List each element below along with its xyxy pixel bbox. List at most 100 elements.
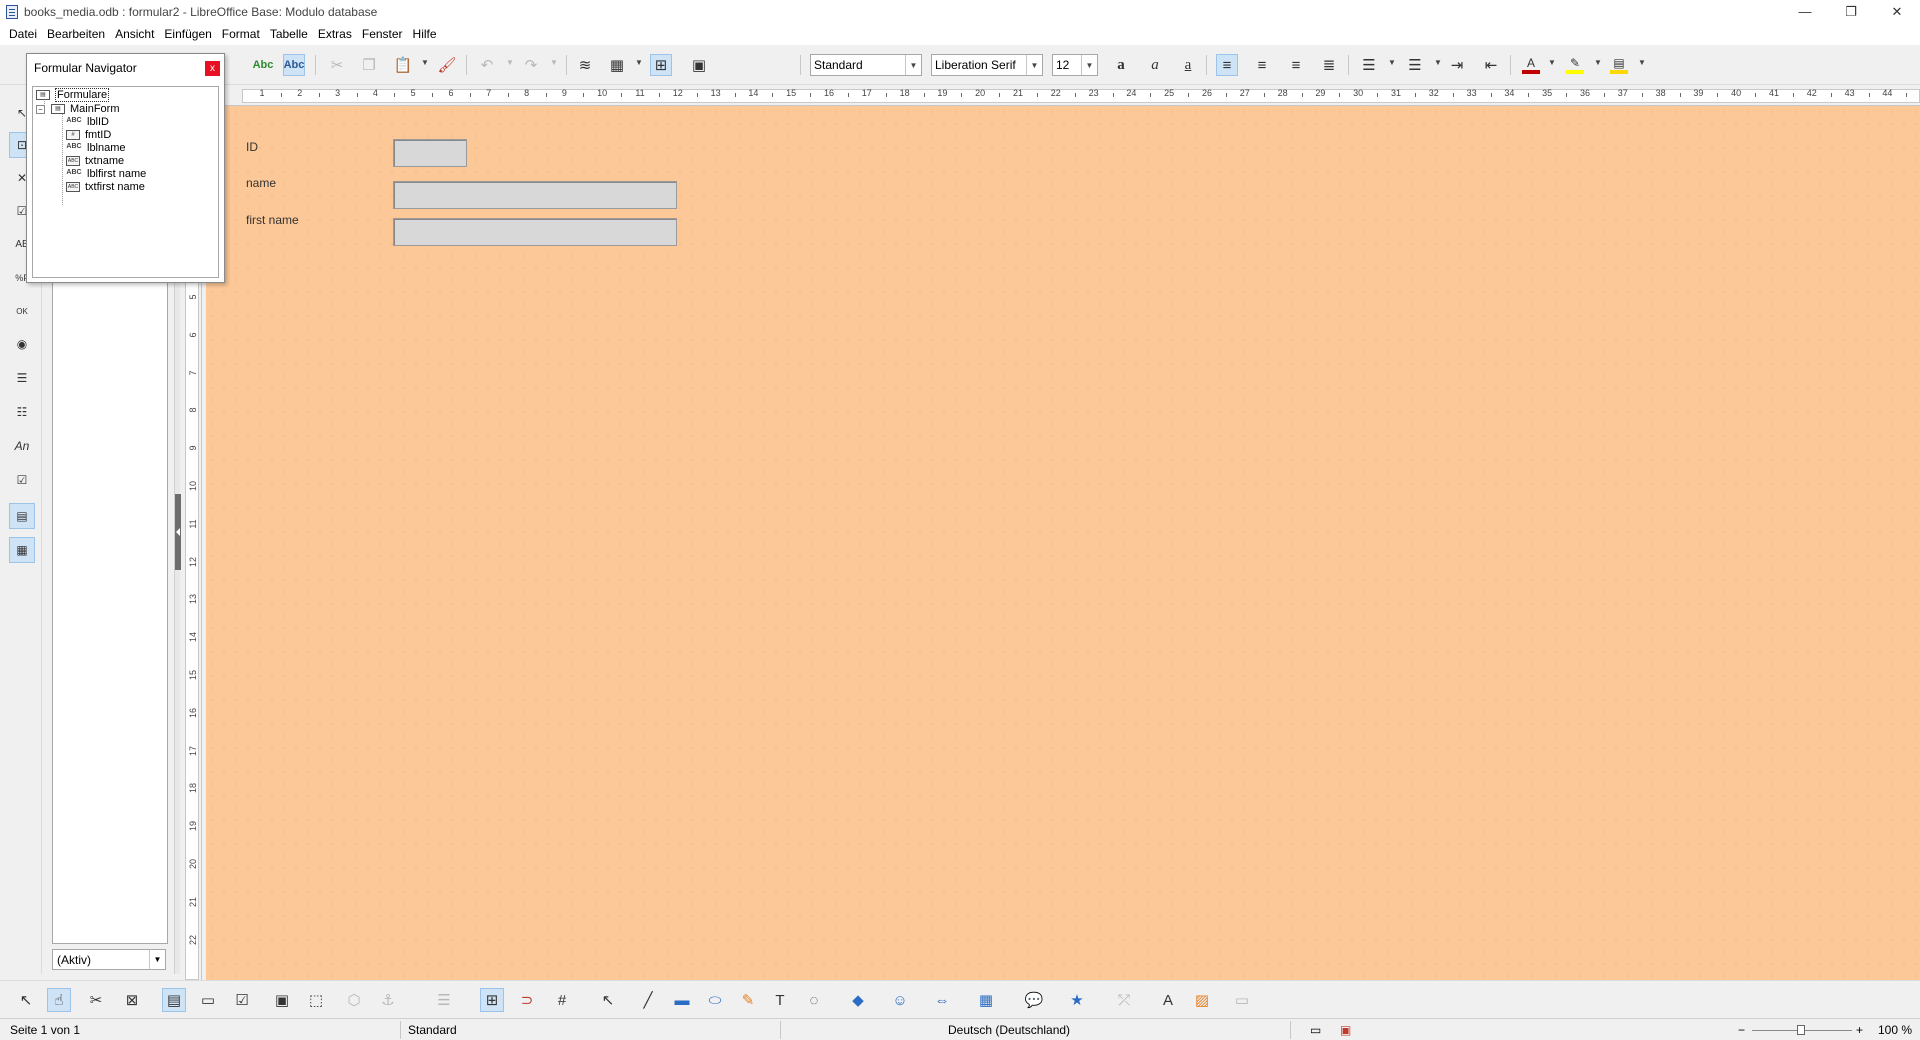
list-box-control-icon[interactable]: ☰: [9, 365, 35, 391]
menu-bearbeiten[interactable]: Bearbeiten: [42, 27, 110, 41]
italic-icon[interactable]: a: [1144, 54, 1166, 76]
fontwork-icon[interactable]: A: [1156, 988, 1180, 1012]
helplines-icon[interactable]: #: [550, 988, 574, 1012]
justify-icon[interactable]: ≣: [1318, 54, 1340, 76]
activation-order-icon[interactable]: ⬚: [304, 988, 328, 1012]
chevron-down-icon[interactable]: ▼: [1081, 55, 1097, 75]
symbol-shapes-icon[interactable]: ☺: [888, 988, 912, 1012]
collapse-sidebar-handle[interactable]: [175, 494, 181, 570]
paragraph-style-select[interactable]: Standard ▼: [810, 54, 922, 76]
flowchart-icon[interactable]: ▦: [974, 988, 998, 1012]
selection-mode-icon[interactable]: ▭: [1310, 1023, 1321, 1037]
block-arrows-icon[interactable]: ⇔: [930, 988, 954, 1012]
more-controls-icon[interactable]: ☑: [9, 467, 35, 493]
freeform-line-icon[interactable]: ✎: [736, 988, 760, 1012]
font-size-select[interactable]: 12 ▼: [1052, 54, 1098, 76]
label-first-name[interactable]: first name: [246, 213, 299, 227]
grid-icon[interactable]: ⊞: [480, 988, 504, 1012]
font-color-icon[interactable]: A: [1520, 54, 1542, 76]
form-navigator-window[interactable]: Formular Navigator x ▤ Formulare − ▤ Mai…: [26, 53, 225, 283]
undo-icon[interactable]: ↶: [476, 54, 498, 76]
label-name[interactable]: name: [246, 176, 276, 190]
increase-indent-icon[interactable]: ⇥: [1446, 54, 1468, 76]
underline-icon[interactable]: a: [1177, 54, 1199, 76]
control-wizards-icon[interactable]: ✂: [84, 988, 108, 1012]
form-tree[interactable]: ▤ Formulare − ▤ MainForm ABC lblID # fmt…: [32, 86, 219, 278]
close-window-button[interactable]: ✕: [1874, 0, 1920, 23]
auto-spellcheck-icon[interactable]: Abc: [283, 54, 305, 76]
field-id[interactable]: [393, 139, 467, 167]
redo-dropdown-icon[interactable]: ▼: [550, 58, 558, 67]
menu-einfuegen[interactable]: Einfügen: [159, 27, 216, 41]
line-icon[interactable]: ╱: [636, 988, 660, 1012]
form-navigator-icon[interactable]: ▤: [162, 988, 186, 1012]
chevron-down-icon[interactable]: ▼: [149, 950, 165, 969]
form-properties-icon[interactable]: ▭: [196, 988, 220, 1012]
decrease-indent-icon[interactable]: ⇤: [1480, 54, 1502, 76]
basic-shapes-icon[interactable]: ◆: [846, 988, 870, 1012]
font-color-dropdown-icon[interactable]: ▼: [1548, 58, 1556, 67]
document-modified-icon[interactable]: ▣: [1340, 1023, 1351, 1037]
insert-image-icon[interactable]: ▨: [1190, 988, 1214, 1012]
design-mode-icon[interactable]: ☝: [47, 988, 71, 1012]
align-right-icon[interactable]: ≡: [1285, 54, 1307, 76]
chevron-down-icon[interactable]: ▼: [1026, 55, 1042, 75]
group-icon[interactable]: ⬡: [342, 988, 366, 1012]
bullet-list-dropdown-icon[interactable]: ▼: [1434, 58, 1442, 67]
chevron-down-icon[interactable]: ▼: [905, 55, 921, 75]
rectangle-icon[interactable]: ▬: [670, 988, 694, 1012]
formatting-marks-icon[interactable]: ≋: [574, 54, 596, 76]
design-mode-icon[interactable]: ⊞: [650, 54, 672, 76]
restore-button[interactable]: ❐: [1828, 0, 1874, 23]
push-button-control-icon[interactable]: OK: [9, 298, 35, 324]
menu-fenster[interactable]: Fenster: [357, 27, 408, 41]
text-box-control-icon[interactable]: An: [9, 433, 35, 459]
menu-tabelle[interactable]: Tabelle: [265, 27, 313, 41]
navigator-filter-select[interactable]: (Aktiv) ▼: [52, 949, 166, 970]
close-navigator-button[interactable]: x: [205, 61, 220, 76]
menu-ansicht[interactable]: Ansicht: [110, 27, 159, 41]
align-left-icon[interactable]: ≡: [1216, 54, 1238, 76]
callout-icon[interactable]: ◌: [802, 988, 826, 1012]
zoom-in-icon[interactable]: +: [1856, 1023, 1863, 1037]
highlight-dropdown-icon[interactable]: ▼: [1594, 58, 1602, 67]
zoom-out-icon[interactable]: −: [1738, 1023, 1745, 1037]
align-center-icon[interactable]: ≡: [1251, 54, 1273, 76]
zoom-slider-thumb[interactable]: [1797, 1025, 1805, 1035]
extrusion-icon[interactable]: ▭: [1230, 988, 1254, 1012]
form-canvas[interactable]: ID name first name: [206, 106, 1920, 980]
paragraph-background-icon[interactable]: ▤: [1608, 54, 1630, 76]
horizontal-ruler[interactable]: 1 2 3 4 5 6 7 8 9 10 11 12 13 14 15 16 17 18 19 20 21 22 23 24 2…: [182, 86, 1920, 106]
pointer-icon[interactable]: ↖: [596, 988, 620, 1012]
tree-item-control[interactable]: ABC txtfirst name: [66, 179, 145, 195]
align-objects-icon[interactable]: ☰: [432, 988, 456, 1012]
bullet-list-icon[interactable]: ☰: [1404, 54, 1426, 76]
form-navigator-icon[interactable]: ▦: [9, 537, 35, 563]
form-navigator-titlebar[interactable]: Formular Navigator: [27, 54, 224, 82]
text-box-icon[interactable]: T: [768, 988, 792, 1012]
zoom-level[interactable]: 100 %: [1878, 1023, 1912, 1037]
points-icon[interactable]: ⤱: [1112, 988, 1136, 1012]
add-field-icon[interactable]: ▣: [270, 988, 294, 1012]
combo-box-control-icon[interactable]: ☷: [9, 399, 35, 425]
menu-extras[interactable]: Extras: [313, 27, 357, 41]
field-first-name[interactable]: [393, 218, 677, 246]
insert-table-icon[interactable]: ▦: [606, 54, 628, 76]
option-button-control-icon[interactable]: ◉: [9, 331, 35, 357]
bold-icon[interactable]: a: [1110, 54, 1132, 76]
select-icon[interactable]: ↖: [14, 988, 38, 1012]
field-name[interactable]: [393, 181, 677, 209]
spellcheck-icon[interactable]: Abc: [252, 54, 274, 76]
menu-format[interactable]: Format: [217, 27, 265, 41]
snap-to-grid-icon[interactable]: ⊃: [515, 988, 539, 1012]
form-design-icon[interactable]: ▤: [9, 503, 35, 529]
control-properties-icon[interactable]: ☑: [230, 988, 254, 1012]
language-status[interactable]: Deutsch (Deutschland): [948, 1023, 1070, 1037]
page-style[interactable]: Standard: [408, 1023, 457, 1037]
undo-dropdown-icon[interactable]: ▼: [506, 58, 514, 67]
font-name-select[interactable]: Liberation Serif ▼: [931, 54, 1043, 76]
anchor-icon[interactable]: ⚓: [376, 988, 400, 1012]
clone-formatting-icon[interactable]: 🖌: [436, 54, 458, 76]
redo-icon[interactable]: ↷: [520, 54, 542, 76]
numbered-list-dropdown-icon[interactable]: ▼: [1388, 58, 1396, 67]
